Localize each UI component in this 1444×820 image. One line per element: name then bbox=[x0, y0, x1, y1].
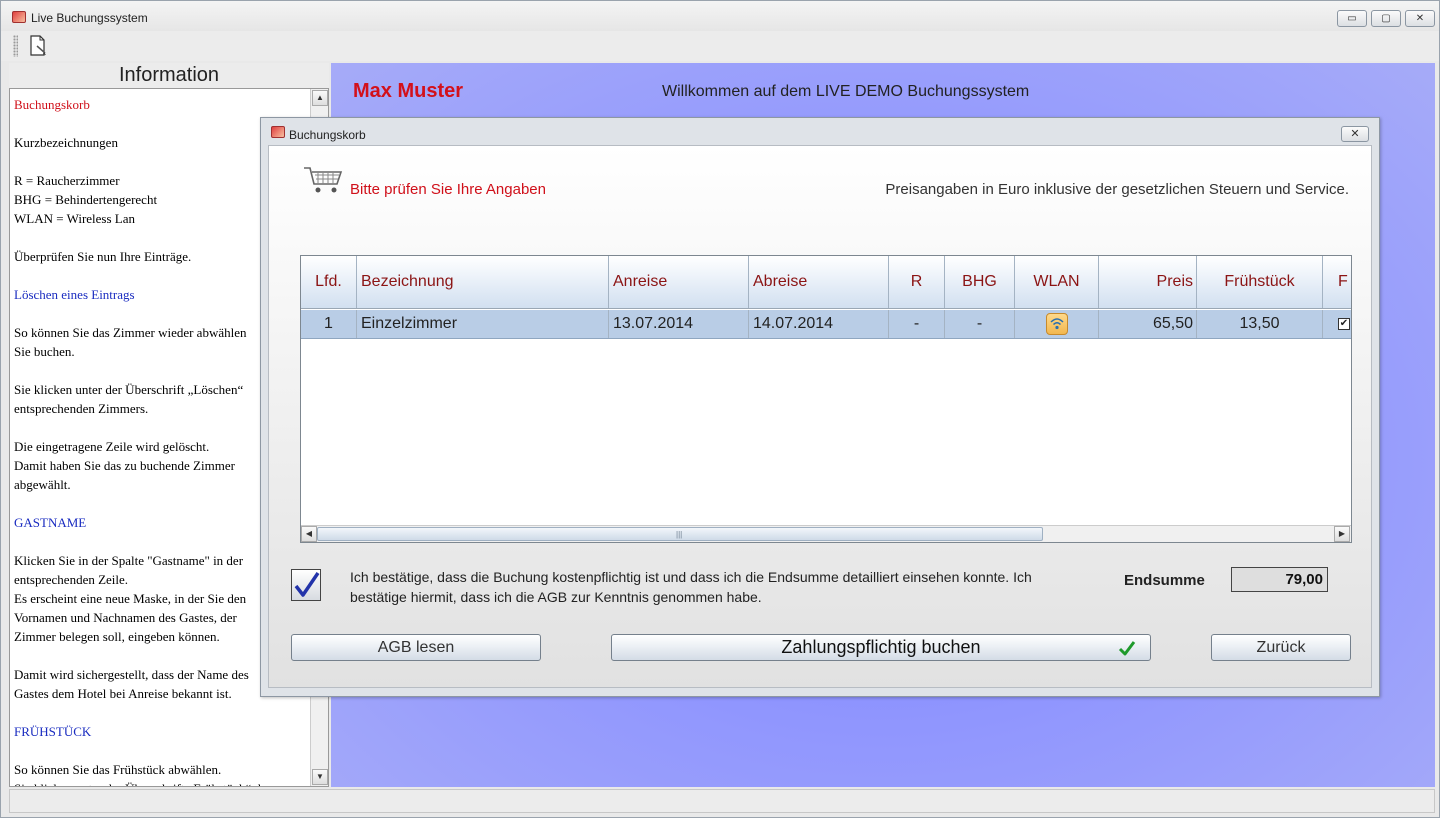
close-button[interactable]: ✕ bbox=[1405, 10, 1435, 27]
info-line: Sie klicken unter der Überschrift „Frühs… bbox=[14, 781, 272, 786]
info-paragraph: Buchungskorb bbox=[14, 95, 309, 114]
cell-f[interactable]: ✔ bbox=[1323, 310, 1351, 338]
book-button-label: Zahlungspflichtig buchen bbox=[781, 637, 981, 657]
status-bar bbox=[9, 789, 1435, 813]
info-line: Löschen eines Eintrags bbox=[14, 287, 135, 302]
breakfast-checkbox[interactable]: ✔ bbox=[1338, 318, 1350, 330]
table-horizontal-scrollbar[interactable]: ◀ ||| ▶ bbox=[301, 525, 1351, 542]
cell-r[interactable]: - bbox=[889, 310, 945, 338]
cell-lfd[interactable]: 1 bbox=[301, 310, 357, 338]
dialog-content: Bitte prüfen Sie Ihre Angaben Preisangab… bbox=[268, 145, 1372, 688]
cell-abreise[interactable]: 14.07.2014 bbox=[749, 310, 889, 338]
column-header-bhg[interactable]: BHG bbox=[945, 256, 1015, 308]
cell-bezeichnung[interactable]: Einzelzimmer bbox=[357, 310, 609, 338]
info-paragraph: FRÜHSTÜCK bbox=[14, 722, 309, 741]
info-line: Buchungskorb bbox=[14, 97, 90, 112]
scroll-down-icon[interactable]: ▼ bbox=[312, 769, 328, 785]
price-note: Preisangaben in Euro inklusive der geset… bbox=[885, 181, 1349, 198]
column-header-f[interactable]: F bbox=[1323, 256, 1351, 308]
cell-wlan[interactable] bbox=[1015, 310, 1099, 338]
agb-button[interactable]: AGB lesen bbox=[291, 634, 541, 661]
scroll-up-icon[interactable]: ▲ bbox=[312, 90, 328, 106]
welcome-message: Willkommen auf dem LIVE DEMO Buchungssys… bbox=[662, 83, 1030, 100]
dialog-icon bbox=[271, 126, 285, 138]
scroll-thumb[interactable]: ||| bbox=[317, 527, 1043, 541]
cell-bhg[interactable]: - bbox=[945, 310, 1015, 338]
column-header-fruehstueck[interactable]: Frühstück bbox=[1197, 256, 1323, 308]
check-prompt: Bitte prüfen Sie Ihre Angaben bbox=[350, 181, 546, 198]
column-header-bezeichnung[interactable]: Bezeichnung bbox=[357, 256, 609, 308]
info-header: Information bbox=[118, 64, 220, 86]
minimize-button[interactable]: ▭ bbox=[1337, 10, 1367, 27]
column-header-lfd[interactable]: Lfd. bbox=[301, 256, 357, 308]
confirm-text: Ich bestätige, dass die Buchung kostenpf… bbox=[350, 569, 1032, 605]
basket-dialog: Buchungskorb ✕ Bitte prüfen Sie Ihre Ang… bbox=[260, 117, 1380, 697]
confirm-checkbox[interactable] bbox=[291, 569, 321, 601]
cell-anreise[interactable]: 13.07.2014 bbox=[609, 310, 749, 338]
info-line: entsprechenden Zimmers. bbox=[14, 401, 149, 416]
green-check-icon bbox=[1118, 641, 1136, 656]
info-line: Klicken Sie in der Spalte "Gastname" in … bbox=[14, 553, 244, 568]
info-line: Kurzbezeichnungen bbox=[14, 135, 118, 150]
info-line: FRÜHSTÜCK bbox=[14, 724, 92, 739]
dialog-title: Buchungskorb bbox=[289, 128, 366, 142]
scroll-left-icon[interactable]: ◀ bbox=[301, 526, 317, 542]
sum-label: Endsumme bbox=[1124, 572, 1205, 589]
column-header-anreise[interactable]: Anreise bbox=[609, 256, 749, 308]
title-bar: Live Buchungssystem ▭ ▢ ✕ bbox=[1, 1, 1439, 31]
info-line: WLAN = Wireless Lan bbox=[14, 211, 136, 226]
column-header-abreise[interactable]: Abreise bbox=[749, 256, 889, 308]
cell-fruehstueck[interactable]: 13,50 bbox=[1197, 310, 1323, 338]
column-header-r[interactable]: R bbox=[889, 256, 945, 308]
info-line: abgewählt. bbox=[14, 477, 71, 492]
info-line: BHG = Behindertengerecht bbox=[14, 192, 158, 207]
info-line: Sie klicken unter der Überschrift „Lösch… bbox=[14, 382, 244, 397]
info-line: entsprechenden Zeile. bbox=[14, 572, 129, 587]
back-button[interactable]: Zurück bbox=[1211, 634, 1351, 661]
scroll-right-icon[interactable]: ▶ bbox=[1334, 526, 1350, 542]
window-title: Live Buchungssystem bbox=[31, 11, 148, 25]
cell-preis[interactable]: 65,50 bbox=[1099, 310, 1197, 338]
toolbar bbox=[1, 31, 1439, 61]
info-line: GASTNAME bbox=[14, 515, 87, 530]
info-line: So können Sie das Frühstück abwählen. bbox=[14, 762, 222, 777]
info-line: Zimmer belegen soll, eingeben können. bbox=[14, 629, 220, 644]
app-icon bbox=[12, 11, 26, 23]
shopping-cart-icon bbox=[304, 167, 343, 193]
info-line: Gastes dem Hotel bei Anreise bekannt ist… bbox=[14, 686, 232, 701]
info-line: Damit wird sichergestellt, dass der Name… bbox=[14, 667, 249, 682]
sum-value: 79,00 bbox=[1231, 567, 1328, 592]
info-paragraph: So können Sie das Frühstück abwählen. Sie… bbox=[14, 760, 309, 786]
info-line: R = Raucherzimmer bbox=[14, 173, 120, 188]
column-header-wlan[interactable]: WLAN bbox=[1015, 256, 1099, 308]
info-line: Es erscheint eine neue Maske, in der Sie… bbox=[14, 591, 247, 606]
info-line: Damit haben Sie das zu buchende Zimmer bbox=[14, 458, 235, 473]
toolbar-grip-icon[interactable] bbox=[13, 35, 18, 57]
dialog-close-button[interactable]: ✕ bbox=[1341, 126, 1369, 142]
book-button[interactable]: Zahlungspflichtig buchen bbox=[611, 634, 1151, 661]
wifi-icon bbox=[1045, 313, 1068, 335]
info-line: So können Sie das Zimmer wieder abwählen bbox=[14, 325, 247, 340]
table-header: Lfd. Bezeichnung Anreise Abreise R BHG W… bbox=[301, 256, 1351, 309]
new-document-icon[interactable] bbox=[29, 35, 47, 56]
info-line: Überprüfen Sie nun Ihre Einträge. bbox=[14, 249, 192, 264]
table-row[interactable]: 1 Einzelzimmer 13.07.2014 14.07.2014 - - bbox=[301, 310, 1351, 339]
column-header-preis[interactable]: Preis bbox=[1099, 256, 1197, 308]
info-line: Sie buchen. bbox=[14, 344, 75, 359]
user-name: Max Muster bbox=[353, 80, 464, 102]
checkmark-icon bbox=[294, 572, 320, 597]
info-line: Die eingetragene Zeile wird gelöscht. bbox=[14, 439, 210, 454]
maximize-button[interactable]: ▢ bbox=[1371, 10, 1401, 27]
info-line: Vornamen und Nachnamen des Gastes, der bbox=[14, 610, 237, 625]
booking-table: Lfd. Bezeichnung Anreise Abreise R BHG W… bbox=[300, 255, 1352, 543]
